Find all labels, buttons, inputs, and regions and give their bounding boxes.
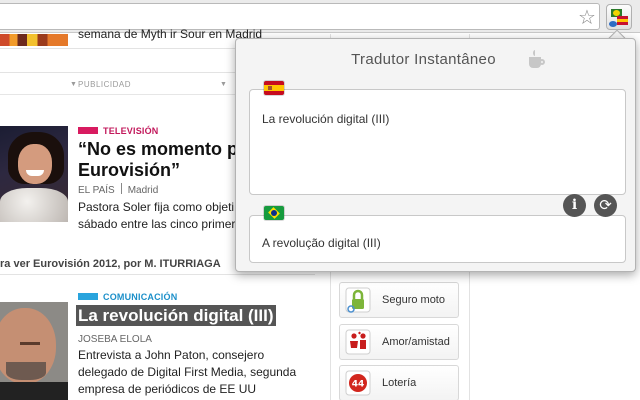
article-photo[interactable] xyxy=(0,302,68,400)
triangle-down-icon: ▼ xyxy=(220,81,227,88)
svg-text:44: 44 xyxy=(352,380,365,390)
triangle-down-icon: ▼ xyxy=(70,81,78,88)
top-headline-link[interactable]: semana de Myth ir Sour en Madrid xyxy=(78,27,262,41)
translator-extension-icon[interactable] xyxy=(606,4,632,30)
source-text: La revolución digital (III) xyxy=(262,112,390,126)
ad-label: ▼ PUBLICIDAD xyxy=(70,80,132,89)
summary-line: Entrevista a John Paton, consejero xyxy=(78,348,265,362)
source-text-area[interactable]: La revolución digital (III) xyxy=(249,89,626,195)
sidebar-item-loteria[interactable]: 44 Lotería xyxy=(339,365,459,400)
browser-window: ☆ semana de Myth ir Sour en Madrid ▼ PUBL… xyxy=(0,0,640,400)
couple-icon xyxy=(345,329,371,355)
sidebar-item-label: Seguro moto xyxy=(382,294,445,306)
sidebar-item-seguro-moto[interactable]: Seguro moto xyxy=(339,282,459,318)
sidebar-item-label: Lotería xyxy=(382,377,417,389)
article-summary: Pastora Soler fija como objeti sábado ent… xyxy=(78,199,235,233)
translated-text: A revolução digital (III) xyxy=(262,236,381,250)
lottery-ball-icon: 44 xyxy=(345,370,371,396)
category-label[interactable]: TELEVISIÓN xyxy=(78,126,159,136)
category-text: TELEVISIÓN xyxy=(103,126,159,136)
category-color-bar xyxy=(78,293,98,300)
headline-line: Eurovisión” xyxy=(78,160,181,180)
coffee-cup-icon[interactable] xyxy=(528,50,546,70)
headline-line: “No es momento par xyxy=(78,139,256,159)
divider xyxy=(0,274,315,275)
byline-source[interactable]: EL PAÍS xyxy=(78,185,115,196)
brazil-flag-icon[interactable] xyxy=(264,206,284,220)
summary-line: delegado de Digital First Media, segunda xyxy=(78,365,297,379)
article-byline: EL PAÍS Madrid xyxy=(78,183,158,196)
category-text: COMUNICACIÓN xyxy=(103,292,178,302)
summary-line: Pastora Soler fija como objeti xyxy=(78,200,235,214)
sidebar-item-label: Amor/amistad xyxy=(382,336,450,348)
related-link[interactable]: ra ver Eurovisión 2012, por M. ITURRIAGA xyxy=(0,258,221,270)
byline-location: Madrid xyxy=(127,185,159,196)
info-icon[interactable]: i xyxy=(563,194,586,217)
spain-flag-icon[interactable] xyxy=(264,81,284,95)
lock-icon xyxy=(345,287,371,313)
summary-line: sábado entre las cinco primer xyxy=(78,217,236,231)
translation-output: A revolução digital (III) xyxy=(249,215,626,263)
popup-title-text: Tradutor Instantâneo xyxy=(351,51,496,68)
byline-separator xyxy=(120,183,122,194)
category-color-bar xyxy=(78,127,98,134)
article-headline[interactable]: “No es momento par Eurovisión” xyxy=(78,139,255,181)
summary-line: empresa de periódicos de EE UU xyxy=(78,382,257,396)
popup-title: Tradutor Instantâneo xyxy=(236,51,637,68)
article-card: COMUNICACIÓN La revolución digital (III)… xyxy=(0,292,330,400)
spain-flag-mini-icon xyxy=(617,16,628,25)
bookmark-star-icon[interactable]: ☆ xyxy=(576,6,598,28)
category-label[interactable]: COMUNICACIÓN xyxy=(78,292,177,302)
ad-label-text: PUBLICIDAD xyxy=(78,80,132,89)
address-bar[interactable] xyxy=(0,3,600,30)
refresh-icon[interactable]: ⟳ xyxy=(594,194,617,217)
article-author[interactable]: JOSEBA ELOLA xyxy=(78,334,152,345)
article-photo[interactable] xyxy=(0,126,68,222)
speech-bubble-icon xyxy=(609,21,617,27)
top-thumbnail-image[interactable] xyxy=(0,34,68,46)
article-summary: Entrevista a John Paton, consejero delega… xyxy=(78,347,296,398)
translator-popup: Tradutor Instantâneo La revolución digit… xyxy=(235,38,636,272)
article-headline-selected[interactable]: La revolución digital (III) xyxy=(76,305,276,326)
sidebar-item-amor-amistad[interactable]: Amor/amistad xyxy=(339,324,459,360)
